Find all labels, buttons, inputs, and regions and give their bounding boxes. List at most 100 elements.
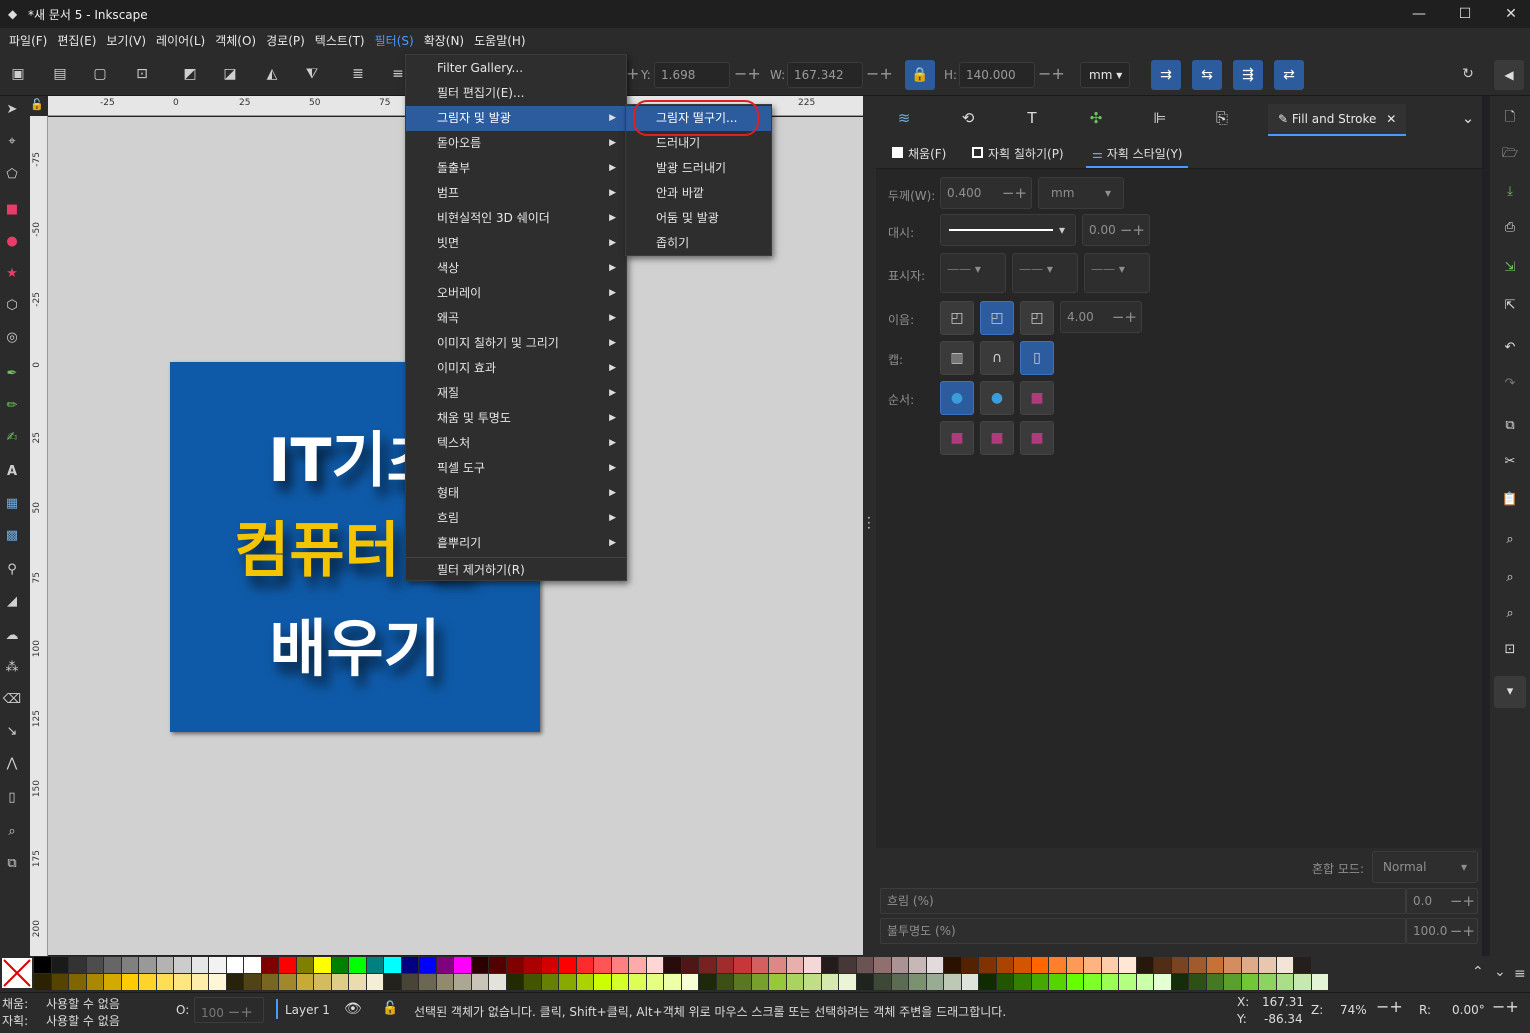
color-swatch[interactable]: [401, 974, 419, 990]
order-normal-icon[interactable]: ●: [940, 381, 974, 415]
color-swatch[interactable]: [261, 974, 279, 990]
export-icon[interactable]: ⇱: [1500, 296, 1520, 316]
menu-edit[interactable]: 편집(E): [52, 28, 101, 54]
pencil-tool-icon[interactable]: ✏: [2, 396, 22, 416]
menu-item-bevel[interactable]: 빗면 ▶: [406, 231, 626, 256]
menu-extensions[interactable]: 확장(N): [419, 28, 469, 54]
color-swatch[interactable]: [576, 957, 594, 973]
color-swatch[interactable]: [751, 974, 769, 990]
color-swatch[interactable]: [874, 957, 892, 973]
scale-stroke-icon[interactable]: ⇉: [1151, 60, 1181, 90]
color-swatch[interactable]: [1031, 957, 1049, 973]
color-swatch[interactable]: [314, 957, 332, 973]
color-swatch[interactable]: [926, 957, 944, 973]
color-swatch[interactable]: [314, 974, 332, 990]
zoom-page-icon[interactable]: ⌕: [1500, 604, 1520, 624]
color-swatch[interactable]: [1294, 957, 1312, 973]
color-swatch[interactable]: [34, 957, 52, 973]
submenu-item-in-and-out[interactable]: 안과 바깥: [626, 181, 771, 206]
menu-text[interactable]: 텍스트(T): [310, 28, 370, 54]
xml-editor-tab-icon[interactable]: ✣: [1084, 106, 1108, 130]
color-swatch[interactable]: [1241, 974, 1259, 990]
color-swatch[interactable]: [594, 974, 612, 990]
color-swatch[interactable]: [1031, 974, 1049, 990]
transform-gradients-icon[interactable]: ⇶: [1233, 60, 1263, 90]
menu-item-morphology[interactable]: 형태 ▶: [406, 481, 626, 506]
order-markers-stroke-fill-icon[interactable]: ■: [1020, 421, 1054, 455]
deselect-icon[interactable]: ▢: [90, 64, 110, 84]
print-icon[interactable]: ⎙: [1500, 218, 1520, 238]
color-swatch[interactable]: [1189, 974, 1207, 990]
color-swatch[interactable]: [209, 957, 227, 973]
color-swatch[interactable]: [296, 957, 314, 973]
color-swatch[interactable]: [559, 974, 577, 990]
subtab-stroke-paint[interactable]: 자획 칠하기(P): [972, 144, 1064, 164]
color-swatch[interactable]: [751, 957, 769, 973]
w-stepper-icon[interactable]: −+: [866, 62, 893, 88]
color-swatch[interactable]: [489, 957, 507, 973]
color-swatch[interactable]: [716, 957, 734, 973]
menu-item-fill-transparency[interactable]: 채움 및 투명도 ▶: [406, 406, 626, 431]
transform-patterns-icon[interactable]: ⇄: [1274, 60, 1304, 90]
color-swatch[interactable]: [1101, 957, 1119, 973]
palette-scroll-down-icon[interactable]: ⌄: [1494, 964, 1506, 980]
color-swatch[interactable]: [244, 974, 262, 990]
color-swatch[interactable]: [331, 974, 349, 990]
zoom-value[interactable]: 74%: [1340, 1003, 1367, 1017]
raise-to-top-icon[interactable]: ≣: [348, 64, 368, 84]
open-file-icon[interactable]: 🗁: [1500, 144, 1520, 164]
color-swatch[interactable]: [471, 957, 489, 973]
color-swatch[interactable]: [734, 957, 752, 973]
color-swatch[interactable]: [821, 957, 839, 973]
menu-item-bevels[interactable]: 돋아오름 ▶: [406, 131, 626, 156]
rectangle-tool-icon[interactable]: ■: [2, 200, 22, 220]
join-bevel-icon[interactable]: ◰: [940, 301, 974, 335]
mesh-tool-icon[interactable]: ▩: [2, 526, 22, 546]
no-paint-swatch-icon[interactable]: [2, 958, 32, 988]
star-tool-icon[interactable]: ★: [2, 264, 22, 284]
color-swatch[interactable]: [734, 974, 752, 990]
box3d-tool-icon[interactable]: ⬡: [2, 296, 22, 316]
color-swatch[interactable]: [69, 957, 87, 973]
opacity-input[interactable]: 100.0 −+: [1406, 918, 1478, 944]
color-swatch[interactable]: [209, 974, 227, 990]
color-swatch[interactable]: [629, 974, 647, 990]
color-swatch[interactable]: [1224, 974, 1242, 990]
palette-scroll-up-icon[interactable]: ⌃: [1472, 964, 1484, 980]
color-swatch[interactable]: [576, 974, 594, 990]
width-stepper-icon[interactable]: −+: [1002, 178, 1027, 208]
color-swatch[interactable]: [104, 974, 122, 990]
color-swatch[interactable]: [1154, 957, 1172, 973]
menu-item-distort[interactable]: 왜곡 ▶: [406, 306, 626, 331]
connector-tool-icon[interactable]: ↘: [2, 722, 22, 742]
panel-divider[interactable]: · · ·: [863, 96, 876, 956]
color-swatch[interactable]: [1084, 957, 1102, 973]
menu-item-remove-filters[interactable]: 필터 제거하기(R): [406, 558, 626, 583]
color-swatch[interactable]: [681, 974, 699, 990]
zoom-drawing-icon[interactable]: ⌕: [1500, 568, 1520, 588]
color-swatch[interactable]: [454, 974, 472, 990]
palette-menu-icon[interactable]: ≡: [1514, 966, 1526, 982]
color-swatch[interactable]: [191, 957, 209, 973]
color-swatch[interactable]: [51, 974, 69, 990]
color-swatch[interactable]: [944, 957, 962, 973]
color-swatch[interactable]: [874, 974, 892, 990]
miter-limit-input[interactable]: 4.00 −+: [1060, 301, 1142, 333]
fill-indicator-value[interactable]: 사용할 수 없음: [46, 995, 120, 1012]
color-swatch[interactable]: [366, 957, 384, 973]
color-swatch[interactable]: [909, 974, 927, 990]
zoom-selection-icon[interactable]: ⌕: [1500, 530, 1520, 550]
redo-icon[interactable]: ↷: [1500, 374, 1520, 394]
more-commands-icon[interactable]: ▾: [1494, 676, 1526, 708]
rotation-value[interactable]: 0.00°: [1452, 1003, 1485, 1017]
color-swatch[interactable]: [121, 974, 139, 990]
lock-ratio-icon[interactable]: 🔒: [905, 60, 935, 90]
h-input[interactable]: 140.000: [959, 62, 1035, 88]
eraser-tool-icon[interactable]: ⌫: [2, 690, 22, 710]
join-miter-icon[interactable]: ◰: [1020, 301, 1054, 335]
color-swatch[interactable]: [419, 974, 437, 990]
color-swatch[interactable]: [891, 974, 909, 990]
blur-input[interactable]: 0.0 −+: [1406, 888, 1478, 914]
color-swatch[interactable]: [1119, 957, 1137, 973]
color-swatch[interactable]: [419, 957, 437, 973]
